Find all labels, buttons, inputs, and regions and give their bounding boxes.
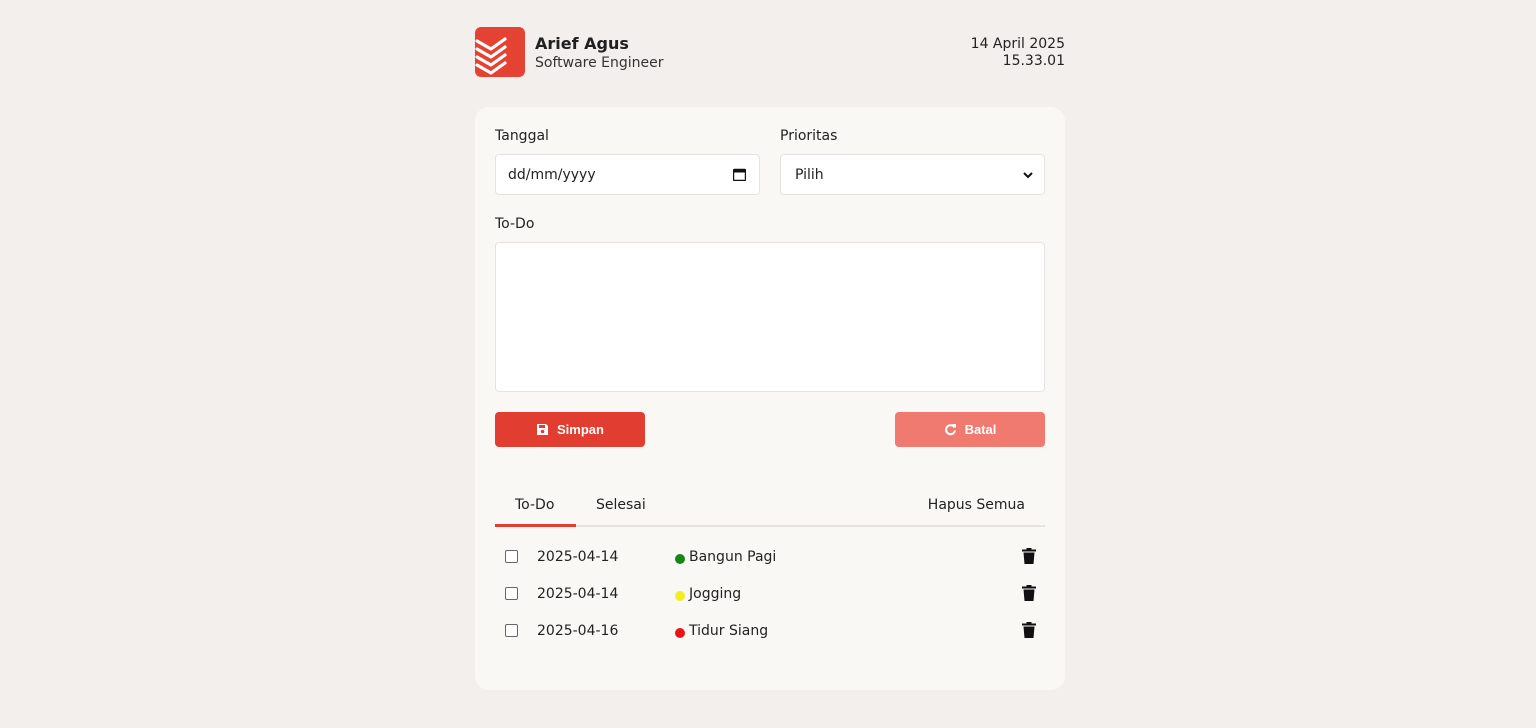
- chevron-down-icon: [1023, 172, 1033, 179]
- todo-row: 2025-04-14 Jogging: [495, 580, 1045, 610]
- priority-dot-icon: [675, 554, 685, 564]
- todo-text: Bangun Pagi: [689, 549, 777, 565]
- layers-logo-icon: [475, 27, 525, 77]
- cancel-button-label: Batal: [964, 422, 997, 437]
- todo-label: To-Do: [495, 216, 535, 232]
- header: Arief Agus Software Engineer 14 April 20…: [475, 0, 1065, 107]
- complete-checkbox[interactable]: [505, 624, 518, 637]
- priority-dot-icon: [675, 628, 685, 638]
- profile-name: Arief Agus: [535, 34, 629, 53]
- todo-row: 2025-04-16 Tidur Siang: [495, 617, 1045, 647]
- complete-checkbox[interactable]: [505, 587, 518, 600]
- current-time: 15.33.01: [1002, 53, 1065, 69]
- priority-select[interactable]: Pilih: [780, 154, 1045, 195]
- trash-icon[interactable]: [1022, 622, 1036, 638]
- cancel-button[interactable]: Batal: [895, 412, 1045, 447]
- save-button[interactable]: Simpan: [495, 412, 645, 447]
- todo-date: 2025-04-14: [537, 586, 619, 602]
- save-icon: [537, 424, 549, 435]
- todo-card: Tanggal dd/mm/yyyy Prioritas Pilih To-Do…: [475, 107, 1065, 690]
- date-input[interactable]: dd/mm/yyyy: [495, 154, 760, 195]
- todo-date: 2025-04-16: [537, 623, 619, 639]
- datetime-display: 14 April 2025 15.33.01: [971, 36, 1065, 70]
- complete-checkbox[interactable]: [505, 550, 518, 563]
- priority-label: Prioritas: [780, 128, 838, 144]
- tab-todo[interactable]: To-Do: [515, 497, 554, 513]
- priority-dot-icon: [675, 591, 685, 601]
- todo-textarea[interactable]: [495, 242, 1045, 392]
- todo-text: Jogging: [689, 586, 742, 602]
- todo-row: 2025-04-14 Bangun Pagi: [495, 543, 1045, 573]
- trash-icon[interactable]: [1022, 548, 1036, 564]
- date-placeholder: dd/mm/yyyy: [508, 167, 596, 183]
- current-date: 14 April 2025: [970, 36, 1065, 52]
- trash-icon[interactable]: [1022, 585, 1036, 601]
- profile-role: Software Engineer: [535, 55, 664, 71]
- app-container: Arief Agus Software Engineer 14 April 20…: [475, 0, 1065, 690]
- todo-date: 2025-04-14: [537, 549, 619, 565]
- todo-text: Tidur Siang: [689, 623, 769, 639]
- date-label: Tanggal: [495, 128, 549, 144]
- redo-icon: [944, 424, 956, 436]
- tab-bar: To-Do Selesai Hapus Semua: [495, 487, 1045, 527]
- clear-all-button[interactable]: Hapus Semua: [928, 497, 1025, 513]
- priority-selected-value: Pilih: [795, 167, 824, 183]
- save-button-label: Simpan: [557, 422, 604, 437]
- tab-done[interactable]: Selesai: [596, 497, 646, 513]
- active-tab-indicator: [495, 524, 576, 527]
- calendar-icon[interactable]: [733, 168, 746, 181]
